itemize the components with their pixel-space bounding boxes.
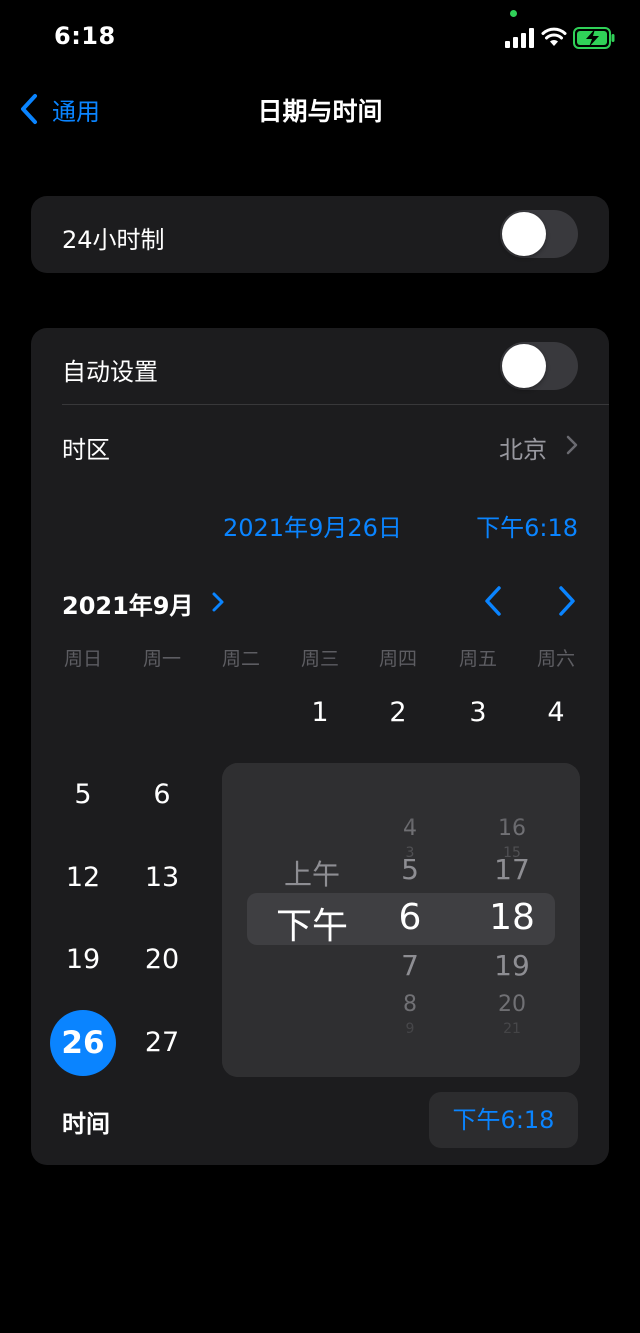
calendar-day-selected[interactable]: 26 bbox=[50, 1010, 116, 1076]
calendar-day[interactable]: 3 bbox=[445, 680, 511, 746]
calendar-day[interactable]: 27 bbox=[129, 1010, 195, 1076]
weekday-label: 周六 bbox=[536, 648, 575, 670]
timezone-label: 时区 bbox=[62, 436, 110, 464]
picker-hours-item[interactable]: 7 bbox=[365, 949, 455, 982]
weekday-label: 周日 bbox=[63, 648, 102, 670]
hour24-label: 24小时制 bbox=[62, 226, 165, 254]
picker-minutes-item[interactable]: 20 bbox=[467, 992, 557, 1017]
previous-month-button[interactable] bbox=[481, 584, 505, 618]
status-bar: 6:18 bbox=[0, 0, 640, 80]
calendar-day[interactable]: 6 bbox=[129, 762, 195, 828]
time-value-button[interactable]: 下午6:18 bbox=[429, 1092, 578, 1148]
calendar-day[interactable]: 13 bbox=[129, 845, 195, 911]
toggle-knob bbox=[502, 212, 546, 256]
wifi-icon bbox=[541, 27, 567, 46]
timezone-value[interactable]: 北京 bbox=[499, 430, 547, 465]
hour24-toggle[interactable] bbox=[500, 210, 578, 258]
divider bbox=[62, 404, 609, 405]
next-month-button[interactable] bbox=[555, 584, 579, 618]
picker-hours-item[interactable]: 9 bbox=[365, 1021, 455, 1037]
hour24-card: 24小时制 bbox=[31, 196, 609, 273]
picker-ampm-item[interactable]: 上午 bbox=[267, 853, 357, 893]
picker-minutes-item[interactable]: 18 bbox=[467, 897, 557, 938]
auto-set-toggle[interactable] bbox=[500, 342, 578, 390]
camera-indicator-icon bbox=[510, 10, 517, 17]
weekday-label: 周五 bbox=[458, 648, 497, 670]
calendar-day[interactable]: 5 bbox=[50, 762, 116, 828]
auto-set-label: 自动设置 bbox=[62, 358, 158, 386]
picker-fade-bottom bbox=[222, 1007, 580, 1077]
picker-hours-item[interactable]: 8 bbox=[365, 992, 455, 1017]
weekday-label: 周三 bbox=[300, 648, 339, 670]
time-picker[interactable]: 上午 下午 3 4 5 6 7 8 9 15 16 17 18 19 20 21 bbox=[222, 763, 580, 1077]
cellular-signal-icon bbox=[505, 28, 534, 48]
calendar-day[interactable]: 12 bbox=[50, 845, 116, 911]
picker-hours-item[interactable]: 4 bbox=[365, 816, 455, 841]
picker-minutes-item[interactable]: 17 bbox=[467, 853, 557, 886]
picker-hours-item[interactable]: 5 bbox=[365, 853, 455, 886]
picker-ampm-item[interactable]: 下午 bbox=[267, 897, 357, 949]
status-time: 6:18 bbox=[54, 22, 116, 50]
month-label[interactable]: 2021年9月 bbox=[62, 586, 194, 621]
picker-minutes-item[interactable]: 21 bbox=[467, 1021, 557, 1037]
calendar-day[interactable]: 2 bbox=[365, 680, 431, 746]
weekday-label: 周四 bbox=[378, 648, 417, 670]
chevron-right-icon bbox=[566, 435, 578, 455]
weekday-label: 周一 bbox=[142, 648, 181, 670]
weekday-label: 周二 bbox=[221, 648, 260, 670]
calendar-day[interactable]: 20 bbox=[129, 927, 195, 993]
picker-minutes-item[interactable]: 19 bbox=[467, 949, 557, 982]
selected-time[interactable]: 下午6:18 bbox=[476, 508, 578, 543]
picker-hours-item[interactable]: 6 bbox=[365, 897, 455, 938]
calendar-day[interactable]: 4 bbox=[523, 680, 589, 746]
selected-date[interactable]: 2021年9月26日 bbox=[223, 508, 402, 543]
chevron-right-icon[interactable] bbox=[211, 591, 225, 613]
picker-minutes-item[interactable]: 16 bbox=[467, 816, 557, 841]
battery-charging-icon bbox=[573, 27, 615, 49]
page-title: 日期与时间 bbox=[257, 97, 383, 126]
calendar-day[interactable]: 19 bbox=[50, 927, 116, 993]
toggle-knob bbox=[502, 344, 546, 388]
calendar-day[interactable]: 1 bbox=[287, 680, 353, 746]
date-time-card: 自动设置 时区 北京 2021年9月26日 下午6:18 2021年9月 周日 周… bbox=[31, 328, 609, 1165]
time-label: 时间 bbox=[62, 1110, 110, 1138]
